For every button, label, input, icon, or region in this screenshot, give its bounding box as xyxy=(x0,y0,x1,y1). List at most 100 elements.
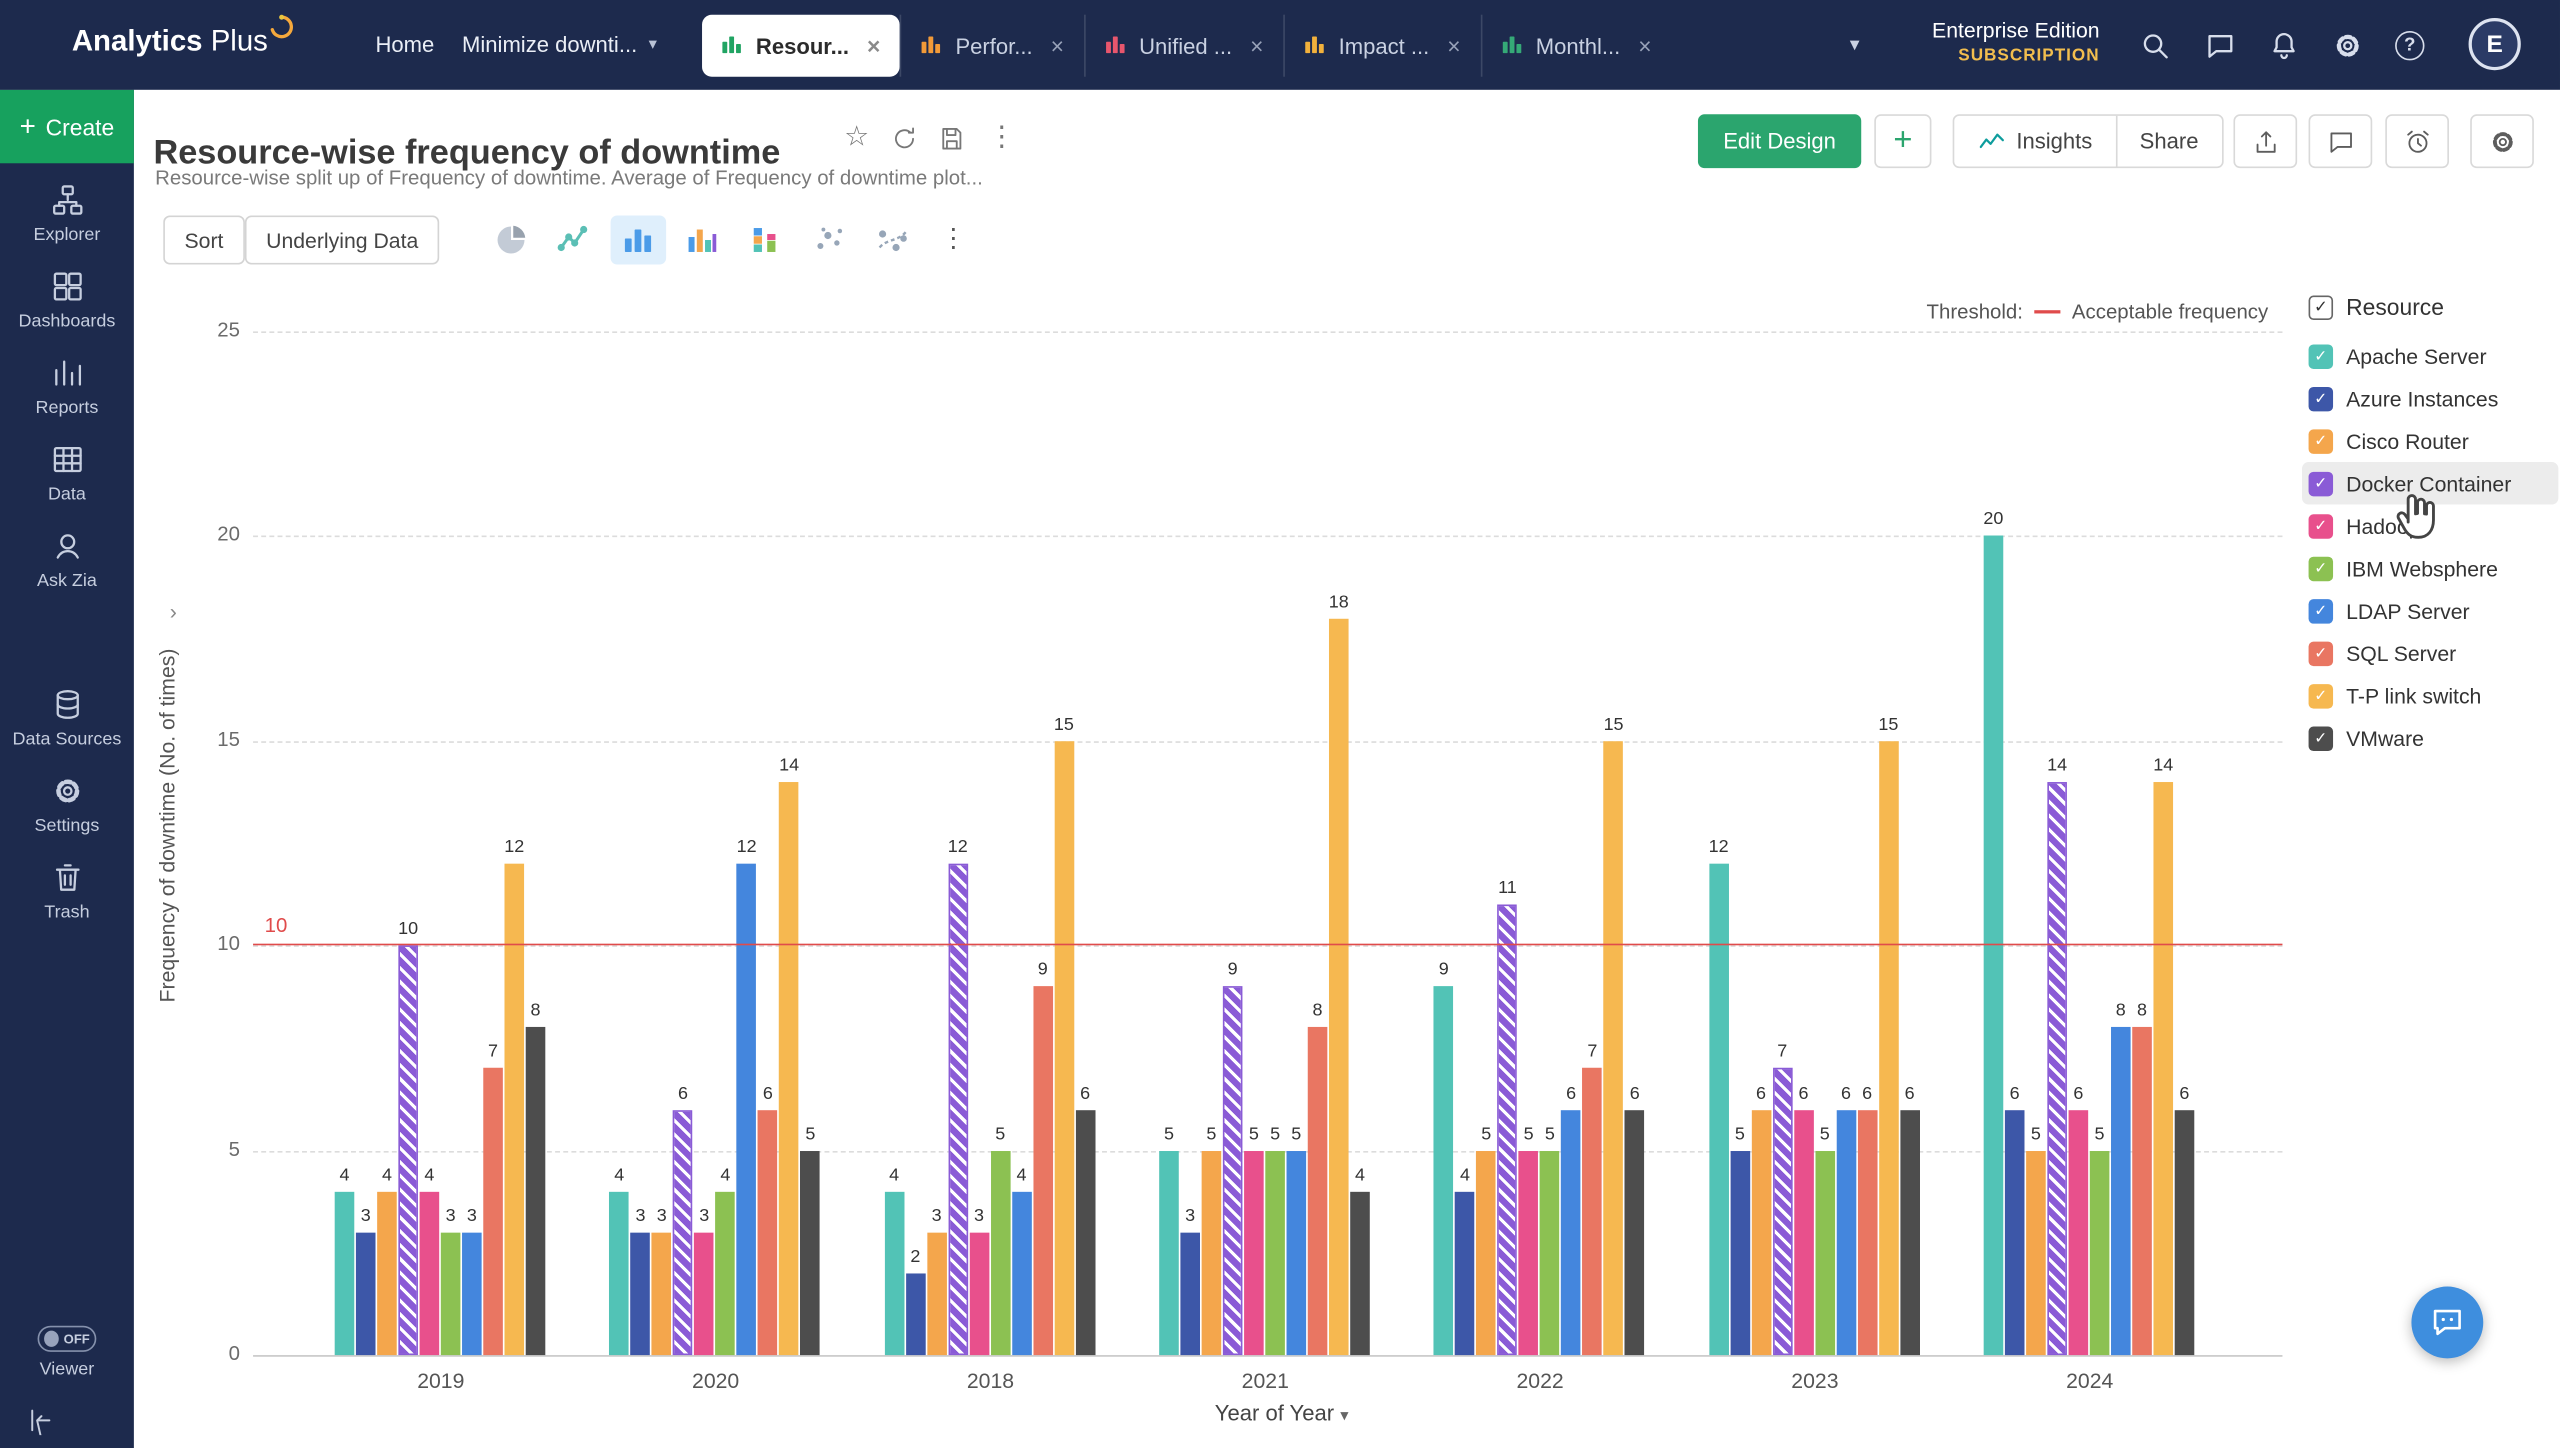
bar-vmware[interactable] xyxy=(1350,1191,1370,1355)
bar-t-p-link-switch[interactable] xyxy=(779,782,799,1355)
bar-ldap-server[interactable] xyxy=(1561,1109,1581,1355)
sidebar-item-dashboards[interactable]: Dashboards xyxy=(0,250,134,337)
feedback-icon[interactable] xyxy=(2204,29,2237,62)
nav-home-link[interactable]: Home xyxy=(376,33,435,57)
legend-item-vmware[interactable]: ✓VMware xyxy=(2302,717,2558,759)
bar-azure-instances[interactable] xyxy=(2005,1109,2025,1355)
bar-hadoop[interactable] xyxy=(1794,1109,1814,1355)
bar-docker-container[interactable] xyxy=(673,1109,693,1355)
assistant-chat-button[interactable] xyxy=(2411,1287,2483,1359)
bar-docker-container[interactable] xyxy=(1772,1068,1792,1355)
bar-t-p-link-switch[interactable] xyxy=(1879,741,1899,1355)
user-avatar[interactable]: E xyxy=(2469,18,2521,70)
bar-vmware[interactable] xyxy=(1900,1109,1920,1355)
bar-hadoop[interactable] xyxy=(2069,1109,2089,1355)
bar-apache-server[interactable] xyxy=(1159,1150,1179,1355)
bar-docker-container[interactable] xyxy=(1223,987,1243,1356)
sidebar-item-viewer[interactable]: OFF Viewer xyxy=(0,1313,134,1393)
bar-ibm-websphere[interactable] xyxy=(2090,1150,2110,1355)
bar-azure-instances[interactable] xyxy=(356,1232,376,1355)
bar-hadoop[interactable] xyxy=(1244,1150,1264,1355)
tab-close-icon[interactable]: × xyxy=(1638,33,1651,59)
bar-t-p-link-switch[interactable] xyxy=(1054,741,1074,1355)
bar-cisco-router[interactable] xyxy=(377,1191,397,1355)
bar-sql-server[interactable] xyxy=(1308,1028,1328,1356)
bar-sql-server[interactable] xyxy=(2132,1028,2152,1356)
bar-cisco-router[interactable] xyxy=(1476,1150,1496,1355)
bar-vmware[interactable] xyxy=(2175,1109,2195,1355)
legend-select-all-checkbox[interactable]: ✓ xyxy=(2309,295,2333,319)
bar-sql-server[interactable] xyxy=(483,1068,503,1355)
bar-hadoop[interactable] xyxy=(694,1232,714,1355)
legend-checkbox[interactable]: ✓ xyxy=(2309,429,2333,453)
nav-tab-unified[interactable]: Unified ...× xyxy=(1084,15,1284,77)
legend-item-ldap-server[interactable]: ✓LDAP Server xyxy=(2302,589,2558,631)
sidebar-item-zia[interactable]: Ask Zia xyxy=(0,509,134,596)
tab-close-icon[interactable]: × xyxy=(1447,33,1460,59)
legend-checkbox[interactable]: ✓ xyxy=(2309,683,2333,707)
bar-t-p-link-switch[interactable] xyxy=(1329,618,1349,1355)
legend-checkbox[interactable]: ✓ xyxy=(2309,513,2333,537)
sidebar-item-settings[interactable]: Settings xyxy=(0,754,134,841)
legend-item-cisco-router[interactable]: ✓Cisco Router xyxy=(2302,420,2558,462)
legend-checkbox[interactable]: ✓ xyxy=(2309,726,2333,750)
bar-ibm-websphere[interactable] xyxy=(1265,1150,1285,1355)
bar-ldap-server[interactable] xyxy=(1287,1150,1307,1355)
bar-ibm-websphere[interactable] xyxy=(1540,1150,1560,1355)
legend-header[interactable]: ✓ Resource xyxy=(2302,294,2558,320)
bar-ldap-server[interactable] xyxy=(1012,1191,1032,1355)
bar-vmware[interactable] xyxy=(1075,1109,1095,1355)
bar-ldap-server[interactable] xyxy=(1836,1109,1856,1355)
legend-checkbox[interactable]: ✓ xyxy=(2309,386,2333,410)
legend-item-sql-server[interactable]: ✓SQL Server xyxy=(2302,632,2558,674)
bar-hadoop[interactable] xyxy=(969,1232,989,1355)
create-button[interactable]: + Create xyxy=(0,90,134,163)
bar-sql-server[interactable] xyxy=(758,1109,778,1355)
sidebar-item-datasources[interactable]: Data Sources xyxy=(0,668,134,755)
bar-docker-container[interactable] xyxy=(2047,782,2067,1355)
bar-cisco-router[interactable] xyxy=(1751,1109,1771,1355)
bar-t-p-link-switch[interactable] xyxy=(1604,741,1624,1355)
bar-docker-container[interactable] xyxy=(398,946,418,1355)
legend-item-t-p-link-switch[interactable]: ✓T-P link switch xyxy=(2302,674,2558,716)
bar-vmware[interactable] xyxy=(526,1028,546,1356)
sidebar-item-explorer[interactable]: Explorer xyxy=(0,163,134,250)
bar-hadoop[interactable] xyxy=(1519,1150,1539,1355)
bar-ldap-server[interactable] xyxy=(2111,1028,2131,1356)
bar-sql-server[interactable] xyxy=(1583,1068,1603,1355)
sidebar-collapse-button[interactable] xyxy=(0,1393,134,1448)
legend-item-apache-server[interactable]: ✓Apache Server xyxy=(2302,335,2558,377)
bar-ldap-server[interactable] xyxy=(737,864,757,1355)
tabs-overflow-chevron-icon[interactable]: ▾ xyxy=(1850,33,1860,56)
legend-checkbox[interactable]: ✓ xyxy=(2309,344,2333,368)
bar-cisco-router[interactable] xyxy=(927,1232,947,1355)
help-icon[interactable]: ? xyxy=(2395,31,2424,60)
bar-apache-server[interactable] xyxy=(884,1191,904,1355)
sidebar-item-reports[interactable]: Reports xyxy=(0,336,134,423)
bar-azure-instances[interactable] xyxy=(1730,1150,1750,1355)
notifications-bell-icon[interactable] xyxy=(2268,29,2301,62)
bar-sql-server[interactable] xyxy=(1033,987,1053,1356)
bar-sql-server[interactable] xyxy=(1857,1109,1877,1355)
bar-ibm-websphere[interactable] xyxy=(1815,1150,1835,1355)
bar-ibm-websphere[interactable] xyxy=(441,1232,461,1355)
bar-ibm-websphere[interactable] xyxy=(716,1191,736,1355)
bar-cisco-router[interactable] xyxy=(1202,1150,1222,1355)
bar-t-p-link-switch[interactable] xyxy=(2153,782,2173,1355)
sidebar-item-data[interactable]: Data xyxy=(0,423,134,510)
nav-tab-resour[interactable]: Resour...× xyxy=(702,15,900,77)
tab-close-icon[interactable]: × xyxy=(1250,33,1263,59)
viewer-toggle[interactable]: OFF xyxy=(38,1326,97,1352)
legend-checkbox[interactable]: ✓ xyxy=(2309,471,2333,495)
legend-checkbox[interactable]: ✓ xyxy=(2309,641,2333,665)
nav-tab-impact[interactable]: Impact ...× xyxy=(1283,15,1480,77)
bar-t-p-link-switch[interactable] xyxy=(504,864,524,1355)
bar-azure-instances[interactable] xyxy=(906,1273,926,1355)
bar-azure-instances[interactable] xyxy=(1180,1232,1200,1355)
nav-tab-monthl[interactable]: Monthl...× xyxy=(1480,15,1671,77)
legend-item-azure-instances[interactable]: ✓Azure Instances xyxy=(2302,377,2558,419)
tab-close-icon[interactable]: × xyxy=(1051,33,1064,59)
search-icon[interactable] xyxy=(2139,29,2172,62)
legend-checkbox[interactable]: ✓ xyxy=(2309,598,2333,622)
tab-close-icon[interactable]: × xyxy=(867,33,880,59)
